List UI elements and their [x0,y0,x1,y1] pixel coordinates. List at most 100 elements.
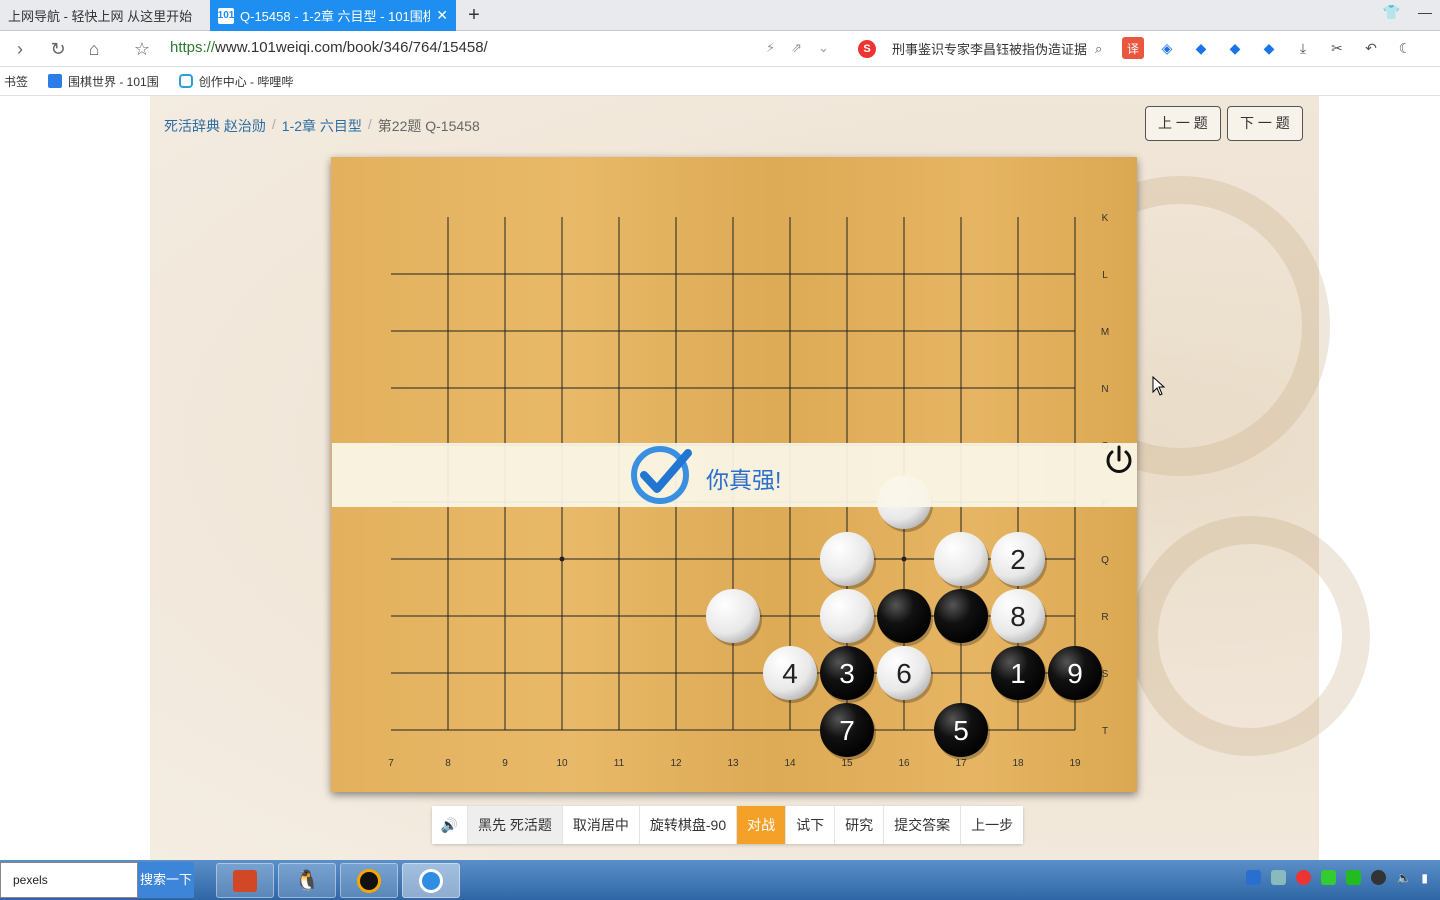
new-tab-button[interactable]: + [462,3,486,27]
next-problem-button[interactable]: 下 一 题 [1227,106,1303,141]
move-number: 7 [839,715,855,746]
taskbar: pexels 搜索一下 🐧 🔈 ▮ [0,860,1440,900]
taskbar-search-button[interactable]: 搜索一下 [138,862,194,898]
forward-icon[interactable]: › [8,37,32,61]
translate-icon[interactable]: 译 [1122,37,1144,59]
recorder-icon[interactable] [1296,870,1312,885]
search-news-box[interactable]: S 刑事鉴识专家李昌钰被指伪造证据 ⌕ [858,39,1102,58]
window-controls: 👕 — [1383,4,1432,21]
tab-title: Q-15458 - 1-2章 六目型 - 101围棋 [240,9,431,24]
col-label: 11 [614,758,625,769]
breadcrumb-chapter[interactable]: 1-2章 六目型 [282,116,362,136]
col-label: 14 [784,758,796,769]
taskbar-app-powerpoint[interactable] [216,863,274,898]
row-label: K [1102,213,1109,224]
undo-move-button[interactable]: 上一步 [961,806,1024,844]
white-stone [820,532,874,586]
col-label: 8 [445,758,451,769]
weiqi-favicon-icon: 101 [218,7,234,24]
news-ticker[interactable]: 刑事鉴识专家李昌钰被指伪造证据 [892,39,1087,58]
breadcrumb-separator: / [271,116,276,132]
stack-icon[interactable]: ◆ [1258,37,1280,59]
search-icon[interactable]: ⌕ [1095,41,1102,57]
row-label: L [1102,270,1108,281]
mouse-cursor-icon [1152,376,1166,396]
url-field[interactable]: https://www.101weiqi.com/book/346/764/15… [170,39,488,56]
address-tools: ⚡ ⇗ ⌄ [766,40,829,56]
weiqi-favicon-icon [48,74,63,88]
breadcrumb-book[interactable]: 死活辞典 赵治勋 [164,116,266,136]
bookmark-label: 书签 [4,74,29,89]
battle-button[interactable]: 对战 [737,806,787,844]
bookmark-item[interactable]: 围棋世界 - 101围 [48,73,159,90]
ime-icon[interactable] [1246,870,1262,885]
star-point [559,556,565,562]
signal-icon[interactable]: ▮ [1421,871,1428,885]
network-app-icon[interactable] [1271,870,1287,885]
close-icon[interactable]: ✕ [436,7,448,24]
col-label: 12 [670,758,682,769]
rotate-board-button[interactable]: 旋转棋盘-90 [639,806,738,844]
col-label: 10 [556,758,568,769]
problem-type-button[interactable]: 黑先 死活题 [468,806,563,844]
media-player-icon [357,868,381,893]
tab-navigation[interactable]: 上网导航 - 轻快上网 从这里开始 [0,0,210,31]
move-number: 6 [896,658,912,689]
lightning-icon[interactable]: ⚡ [766,40,775,56]
success-banner: 你真强! [332,443,1137,507]
home-icon[interactable]: ⌂ [82,37,106,61]
shirt-icon[interactable]: 👕 [1383,4,1400,21]
url-path: www.101weiqi.com/book/346/764/15458/ [215,39,488,56]
move-number: 9 [1067,658,1083,689]
layers-icon[interactable]: ◈ [1156,37,1178,59]
undo-icon[interactable]: ↶ [1360,37,1382,59]
bookmark-label: 创作中心 - 哔哩哔 [198,74,294,89]
row-label: M [1101,327,1109,338]
minimize-icon[interactable]: — [1418,4,1432,21]
browser-icon [419,868,443,893]
try-button[interactable]: 试下 [786,806,836,844]
extension-icons: 译 ◈ ◆ ◆ ◆ ⤓ ✂ ↶ ☾ [1122,37,1416,59]
page: 死活辞典 赵治勋 / 1-2章 六目型 / 第22题 Q-15458 上 一 题… [0,96,1440,860]
download-icon[interactable]: ⤓ [1292,37,1314,59]
prev-problem-button[interactable]: 上 一 题 [1145,106,1221,141]
uncenter-button[interactable]: 取消居中 [562,806,640,844]
share-icon[interactable]: ⇗ [791,40,802,56]
breadcrumb-current: 第22题 Q-15458 [377,118,480,134]
check-circle-icon [631,446,692,504]
move-number: 8 [1010,601,1026,632]
moon-icon[interactable]: ☾ [1394,37,1416,59]
star-icon[interactable]: ☆ [130,37,154,61]
qq-icon[interactable] [1371,870,1387,885]
taskbar-search-input[interactable]: pexels [0,862,138,898]
white-stone [706,589,760,643]
success-message: 你真强! [706,467,782,493]
stack-icon[interactable]: ◆ [1190,37,1212,59]
chevron-down-icon[interactable]: ⌄ [818,40,829,56]
power-icon[interactable] [1102,443,1136,477]
security-icon[interactable] [1321,870,1337,885]
taskbar-app-qq[interactable]: 🐧 [278,863,336,898]
taskbar-app-player[interactable] [340,863,398,898]
sogou-logo-icon: S [858,39,876,58]
stack-icon[interactable]: ◆ [1224,37,1246,59]
white-stone [820,589,874,643]
research-button[interactable]: 研究 [835,806,885,844]
breadcrumb: 死活辞典 赵治勋 / 1-2章 六目型 / 第22题 Q-15458 [164,116,480,136]
powerpoint-icon [233,869,257,892]
bookmark-item[interactable]: 创作中心 - 哔哩哔 [178,73,294,90]
col-label: 16 [898,758,910,769]
sound-button[interactable]: 🔊 [432,806,468,844]
breadcrumb-separator: / [367,116,372,132]
wechat-icon[interactable] [1346,870,1362,885]
bookmark-item[interactable]: 书签 [4,73,28,90]
reload-icon[interactable]: ↻ [46,37,70,61]
bookmarks-bar: 书签 围棋世界 - 101围 创作中心 - 哔哩哔 [0,67,1440,96]
tab-active[interactable]: 101 Q-15458 - 1-2章 六目型 - 101围棋 ✕ [210,0,456,31]
bookmark-label: 围棋世界 - 101围 [68,74,159,89]
bilibili-icon [178,74,193,88]
submit-answer-button[interactable]: 提交答案 [884,806,962,844]
volume-icon[interactable]: 🔈 [1396,871,1411,885]
taskbar-app-browser[interactable] [402,863,460,898]
scissors-icon[interactable]: ✂ [1326,37,1348,59]
